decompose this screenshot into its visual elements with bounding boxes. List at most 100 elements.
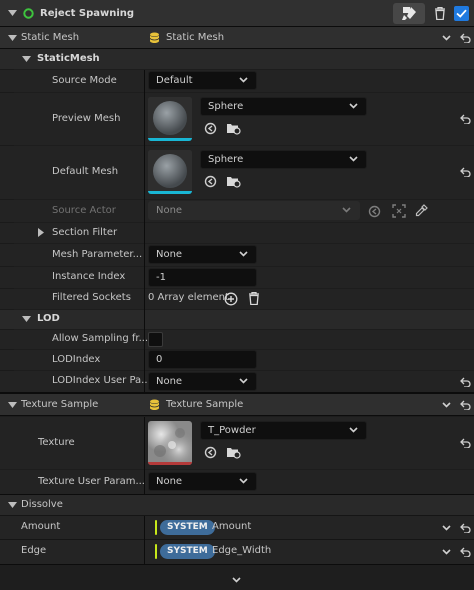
lod-index-user-param-combo[interactable]: None bbox=[148, 372, 257, 391]
default-mesh-thumbnail[interactable] bbox=[148, 150, 192, 194]
lod-index-user-param-label: LODIndex User Pa... bbox=[52, 375, 151, 386]
column-divider[interactable] bbox=[144, 417, 145, 494]
reset-arrow-icon[interactable] bbox=[460, 438, 471, 448]
triangle-down-icon[interactable] bbox=[8, 502, 17, 509]
chevron-down-icon bbox=[232, 577, 241, 583]
edge-type-indicator bbox=[155, 544, 157, 559]
lod-group-label: LOD bbox=[37, 313, 60, 324]
source-mode-combo[interactable]: Default bbox=[148, 71, 257, 90]
edge-label: Edge bbox=[21, 545, 47, 556]
default-mesh-combo[interactable]: Sphere bbox=[200, 150, 367, 169]
staticmesh-group: StaticMesh bbox=[0, 49, 474, 69]
default-mesh-row: Default Mesh Sphere bbox=[0, 146, 474, 199]
lod-group: LOD bbox=[0, 310, 474, 329]
texture-combo[interactable]: T_Powder bbox=[200, 421, 367, 440]
browse-arrow-icon[interactable] bbox=[204, 446, 217, 459]
triangle-down-icon[interactable] bbox=[22, 316, 31, 323]
preview-mesh-value: Sphere bbox=[208, 101, 244, 112]
preview-mesh-combo[interactable]: Sphere bbox=[200, 97, 367, 116]
mesh-parameter-label: Mesh Parameter... bbox=[52, 249, 143, 260]
lod-index-input[interactable]: 0 bbox=[148, 350, 257, 369]
source-mode-row: Source Mode Default bbox=[0, 70, 474, 92]
triangle-down-icon[interactable] bbox=[22, 56, 31, 63]
chevron-down-icon bbox=[239, 478, 248, 484]
chevron-down-icon bbox=[349, 103, 358, 109]
instance-index-input[interactable]: -1 bbox=[148, 268, 257, 287]
preview-mesh-label: Preview Mesh bbox=[52, 113, 121, 124]
module-title: Reject Spawning bbox=[40, 8, 135, 19]
dissolve-label: Dissolve bbox=[21, 499, 63, 510]
folder-browse-icon[interactable] bbox=[226, 122, 241, 135]
eyedropper-icon[interactable] bbox=[415, 204, 428, 217]
dissolve-group: Dissolve bbox=[0, 495, 474, 515]
source-actor-combo[interactable]: None bbox=[148, 201, 360, 220]
folder-browse-icon[interactable] bbox=[226, 175, 241, 188]
browse-arrow-icon[interactable] bbox=[204, 175, 217, 188]
reset-arrow-icon[interactable] bbox=[460, 167, 471, 177]
expand-more-bar[interactable] bbox=[0, 565, 474, 590]
mesh-parameter-row: Mesh Parameter... None bbox=[0, 244, 474, 266]
folder-browse-icon[interactable] bbox=[226, 446, 241, 459]
plus-circle-icon[interactable] bbox=[224, 292, 238, 306]
edge-system-badge: SYSTEM bbox=[160, 544, 215, 559]
triangle-down-icon[interactable] bbox=[8, 35, 17, 42]
chevron-down-icon bbox=[239, 77, 248, 83]
separator bbox=[0, 494, 474, 495]
reset-arrow-icon[interactable] bbox=[460, 547, 471, 557]
reset-arrow-icon[interactable] bbox=[460, 377, 471, 387]
column-divider[interactable] bbox=[144, 70, 145, 392]
separator bbox=[0, 415, 474, 416]
trash-icon[interactable] bbox=[434, 7, 446, 20]
source-actor-row: Source Actor None bbox=[0, 200, 474, 222]
instance-index-value: -1 bbox=[156, 272, 166, 283]
triangle-down-icon[interactable] bbox=[8, 10, 17, 17]
chevron-down-icon bbox=[349, 427, 358, 433]
default-mesh-value: Sphere bbox=[208, 154, 244, 165]
texture-row: Texture T_Powder bbox=[0, 417, 474, 469]
chevron-down-icon bbox=[239, 378, 248, 384]
texture-sample-label: Texture Sample bbox=[21, 399, 99, 410]
browse-arrow-icon[interactable] bbox=[204, 122, 217, 135]
triangle-right-icon[interactable] bbox=[38, 228, 45, 237]
chevron-down-icon[interactable] bbox=[442, 402, 451, 408]
triangle-down-icon[interactable] bbox=[8, 402, 17, 409]
filtered-sockets-row: Filtered Sockets 0 Array element bbox=[0, 289, 474, 309]
browse-arrow-icon[interactable] bbox=[368, 205, 381, 218]
chevron-down-icon[interactable] bbox=[442, 525, 451, 531]
texture-user-param-value: None bbox=[156, 476, 183, 487]
reset-arrow-icon[interactable] bbox=[460, 114, 471, 124]
source-mode-value: Default bbox=[156, 75, 193, 86]
allow-sampling-label: Allow Sampling fr... bbox=[52, 333, 149, 344]
reset-arrow-icon[interactable] bbox=[460, 33, 471, 43]
reset-arrow-icon[interactable] bbox=[460, 400, 471, 410]
amount-type-indicator bbox=[155, 520, 157, 535]
allow-sampling-checkbox[interactable] bbox=[148, 332, 163, 347]
niagara-module-icon bbox=[23, 8, 34, 19]
select-actor-icon[interactable] bbox=[392, 204, 406, 218]
paint-brush-button[interactable] bbox=[393, 3, 425, 24]
preview-mesh-thumbnail[interactable] bbox=[148, 97, 192, 141]
amount-row: Amount SYSTEM Amount bbox=[0, 516, 474, 539]
static-mesh-value: Static Mesh bbox=[166, 32, 225, 43]
texture-user-param-combo[interactable]: None bbox=[148, 472, 257, 491]
texture-value: T_Powder bbox=[208, 425, 256, 436]
texture-thumbnail[interactable] bbox=[148, 421, 192, 465]
texture-sample-row: Texture Sample Texture Sample bbox=[0, 394, 474, 416]
static-mesh-label: Static Mesh bbox=[21, 32, 80, 43]
reset-arrow-icon[interactable] bbox=[460, 523, 471, 533]
section-filter-row: Section Filter bbox=[0, 223, 474, 243]
lod-index-label: LODIndex bbox=[52, 354, 101, 365]
chevron-down-icon[interactable] bbox=[442, 549, 451, 555]
instance-index-row: Instance Index -1 bbox=[0, 267, 474, 288]
source-actor-label: Source Actor bbox=[52, 205, 116, 216]
chevron-down-icon[interactable] bbox=[442, 35, 451, 41]
enable-checkbox[interactable] bbox=[454, 6, 469, 21]
staticmesh-group-label: StaticMesh bbox=[37, 53, 100, 64]
amount-label: Amount bbox=[21, 521, 61, 532]
separator bbox=[0, 48, 474, 49]
mesh-parameter-combo[interactable]: None bbox=[148, 245, 257, 264]
separator bbox=[0, 392, 474, 394]
trash-icon[interactable] bbox=[248, 292, 260, 305]
module-header: Reject Spawning bbox=[0, 0, 474, 27]
column-divider[interactable] bbox=[144, 516, 145, 564]
